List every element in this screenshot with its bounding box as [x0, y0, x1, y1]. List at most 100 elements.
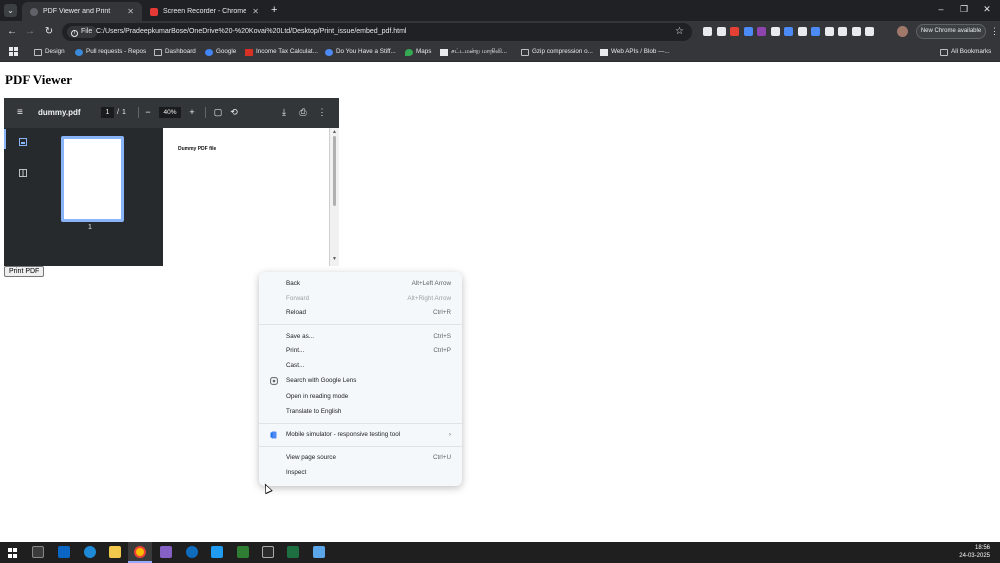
chrome-icon[interactable] — [134, 546, 146, 558]
bookmark-label: Gzip compression o... — [532, 48, 593, 55]
restore-button[interactable]: ❐ — [957, 3, 971, 15]
extension-icon[interactable] — [824, 27, 834, 36]
menu-item-print[interactable]: Print... Ctrl+P — [259, 344, 462, 358]
tab-screen-recorder[interactable]: Screen Recorder - Chrome Web ✕ — [142, 2, 267, 21]
fit-page-icon[interactable]: ▢ — [213, 106, 223, 119]
forward-button[interactable]: → — [23, 24, 37, 40]
edge-icon[interactable] — [84, 546, 96, 558]
linkedin-icon[interactable] — [58, 546, 70, 558]
azure-devops-icon — [75, 48, 83, 56]
remote-desktop-icon[interactable] — [313, 546, 325, 558]
outline-icon[interactable] — [19, 169, 27, 177]
site-info-chip[interactable]: i File — [67, 26, 98, 38]
address-bar[interactable]: i File C:/Users/PradeepkumarBose/OneDrive… — [62, 23, 692, 41]
tab-pdf-viewer[interactable]: PDF Viewer and Print ✕ — [22, 2, 142, 21]
bookmark-item[interactable]: Income Tax Calculat... — [245, 45, 318, 59]
bookmarks-bar: Design Pull requests - Repos Dashboard G… — [0, 43, 1000, 62]
apps-icon[interactable] — [9, 47, 18, 56]
menu-item-mobile-simulator[interactable]: Mobile simulator - responsive testing to… — [259, 428, 462, 442]
bookmark-star-icon[interactable]: ☆ — [675, 24, 684, 40]
menu-item-translate[interactable]: Translate to English — [259, 405, 462, 419]
menu-item-google-lens[interactable]: Search with Google Lens — [259, 374, 462, 388]
back-button[interactable]: ← — [5, 24, 19, 40]
pdf-toolbar: ≡ dummy.pdf 1 / 1 − 40% + ▢ ⟲ ⤓ ⎙ ⋮ — [4, 98, 339, 128]
system-clock[interactable]: 18:56 24-03-2025 — [959, 544, 990, 560]
zoom-level-input[interactable]: 40% — [159, 107, 181, 118]
divider — [138, 107, 139, 118]
url-text[interactable]: C:/Users/PradeepkumarBose/OneDrive%20-%2… — [96, 23, 407, 41]
zoom-in-icon[interactable]: + — [187, 106, 197, 119]
pdf-thumbnail-sidebar: 1 — [4, 128, 163, 266]
profile-avatar[interactable] — [897, 26, 908, 37]
all-bookmarks[interactable]: All Bookmarks — [940, 45, 991, 59]
pdf-page-input[interactable]: 1 — [101, 107, 114, 118]
site-info-label: File — [81, 28, 93, 35]
bookmark-item[interactable]: சட்டமன்ற மாநிலி... — [440, 45, 507, 59]
menu-item-inspect[interactable]: Inspect — [259, 466, 462, 480]
chrome-menu-icon[interactable]: ⋮ — [990, 25, 999, 37]
tab-search-button[interactable]: ⌄ — [4, 4, 17, 17]
vscode-icon[interactable] — [211, 546, 223, 558]
extension-icon[interactable] — [838, 27, 847, 36]
scroll-up-arrow-icon[interactable]: ▲ — [332, 129, 337, 135]
task-view-icon[interactable] — [32, 546, 44, 558]
site-icon — [440, 48, 448, 56]
windows-start-icon[interactable] — [8, 548, 18, 558]
print-pdf-button[interactable]: Print PDF — [4, 266, 45, 277]
extension-icon[interactable] — [703, 27, 712, 36]
bookmark-item[interactable]: Maps — [405, 45, 431, 59]
download-icon[interactable]: ⤓ — [279, 106, 289, 119]
menu-item-reading-mode[interactable]: Open in reading mode — [259, 390, 462, 404]
minimize-button[interactable]: – — [934, 3, 948, 15]
menu-item-view-source[interactable]: View page source Ctrl+U — [259, 451, 462, 465]
extension-icon[interactable] — [757, 27, 766, 36]
scrollbar-thumb[interactable] — [333, 136, 336, 206]
file-explorer-icon[interactable] — [109, 546, 121, 558]
globe-icon — [30, 7, 38, 16]
extension-icon[interactable] — [865, 27, 874, 36]
pdf-scrollbar[interactable]: ▲ ▼ — [329, 128, 339, 266]
zoom-out-icon[interactable]: − — [143, 106, 153, 119]
close-window-button[interactable]: ✕ — [980, 3, 994, 15]
close-tab-icon[interactable]: ✕ — [127, 7, 134, 16]
reload-button[interactable]: ↻ — [42, 24, 56, 40]
bookmark-item[interactable]: Google — [205, 45, 236, 59]
extension-icon[interactable] — [743, 27, 753, 36]
page-thumbnail[interactable] — [61, 136, 124, 222]
extension-icon[interactable] — [716, 27, 726, 36]
bookmark-item[interactable]: Gzip compression o... — [521, 45, 593, 59]
menu-item-save-as[interactable]: Save as... Ctrl+S — [259, 330, 462, 344]
extension-icon[interactable] — [730, 27, 739, 36]
bookmark-item[interactable]: Pull requests - Repos — [75, 45, 146, 59]
close-tab-icon[interactable]: ✕ — [252, 7, 259, 16]
scroll-down-arrow-icon[interactable]: ▼ — [332, 256, 337, 262]
bookmark-item[interactable]: Design — [34, 45, 65, 59]
bookmark-item[interactable]: Dashboard — [154, 45, 196, 59]
menu-item-back[interactable]: Back Alt+Left Arrow — [259, 277, 462, 291]
new-chrome-available-button[interactable]: New Chrome available — [916, 24, 986, 39]
extension-icon[interactable] — [784, 27, 793, 36]
more-actions-icon[interactable]: ⋮ — [317, 106, 327, 119]
rotate-icon[interactable]: ⟲ — [229, 106, 239, 119]
extension-icon[interactable] — [770, 27, 780, 36]
visual-studio-icon[interactable] — [160, 546, 172, 558]
outlook-icon[interactable] — [186, 546, 198, 558]
excel-icon[interactable] — [287, 546, 299, 558]
pdf-sidebar-menu-icon[interactable]: ≡ — [17, 107, 23, 119]
thumbnails-icon[interactable] — [19, 138, 27, 146]
bookmark-item[interactable]: Web APIs / Blob —... — [600, 45, 670, 59]
xbox-icon[interactable] — [237, 546, 249, 558]
menu-item-cast[interactable]: Cast... — [259, 359, 462, 373]
menu-item-reload[interactable]: Reload Ctrl+R — [259, 306, 462, 320]
pdf-viewer[interactable]: ≡ dummy.pdf 1 / 1 − 40% + ▢ ⟲ ⤓ ⎙ ⋮ 1 Du… — [4, 98, 339, 266]
new-tab-button[interactable]: + — [271, 4, 277, 16]
bookmark-item[interactable]: Do You Have a Stiff... — [325, 45, 396, 59]
folder-icon — [154, 48, 162, 56]
menu-item-label: Translate to English — [286, 408, 342, 415]
extension-icon[interactable] — [811, 27, 820, 36]
print-icon[interactable]: ⎙ — [298, 106, 308, 119]
folder-icon — [521, 48, 529, 56]
extension-icon[interactable] — [851, 27, 861, 36]
terminal-icon[interactable] — [262, 546, 274, 558]
extension-icon[interactable] — [797, 27, 807, 36]
